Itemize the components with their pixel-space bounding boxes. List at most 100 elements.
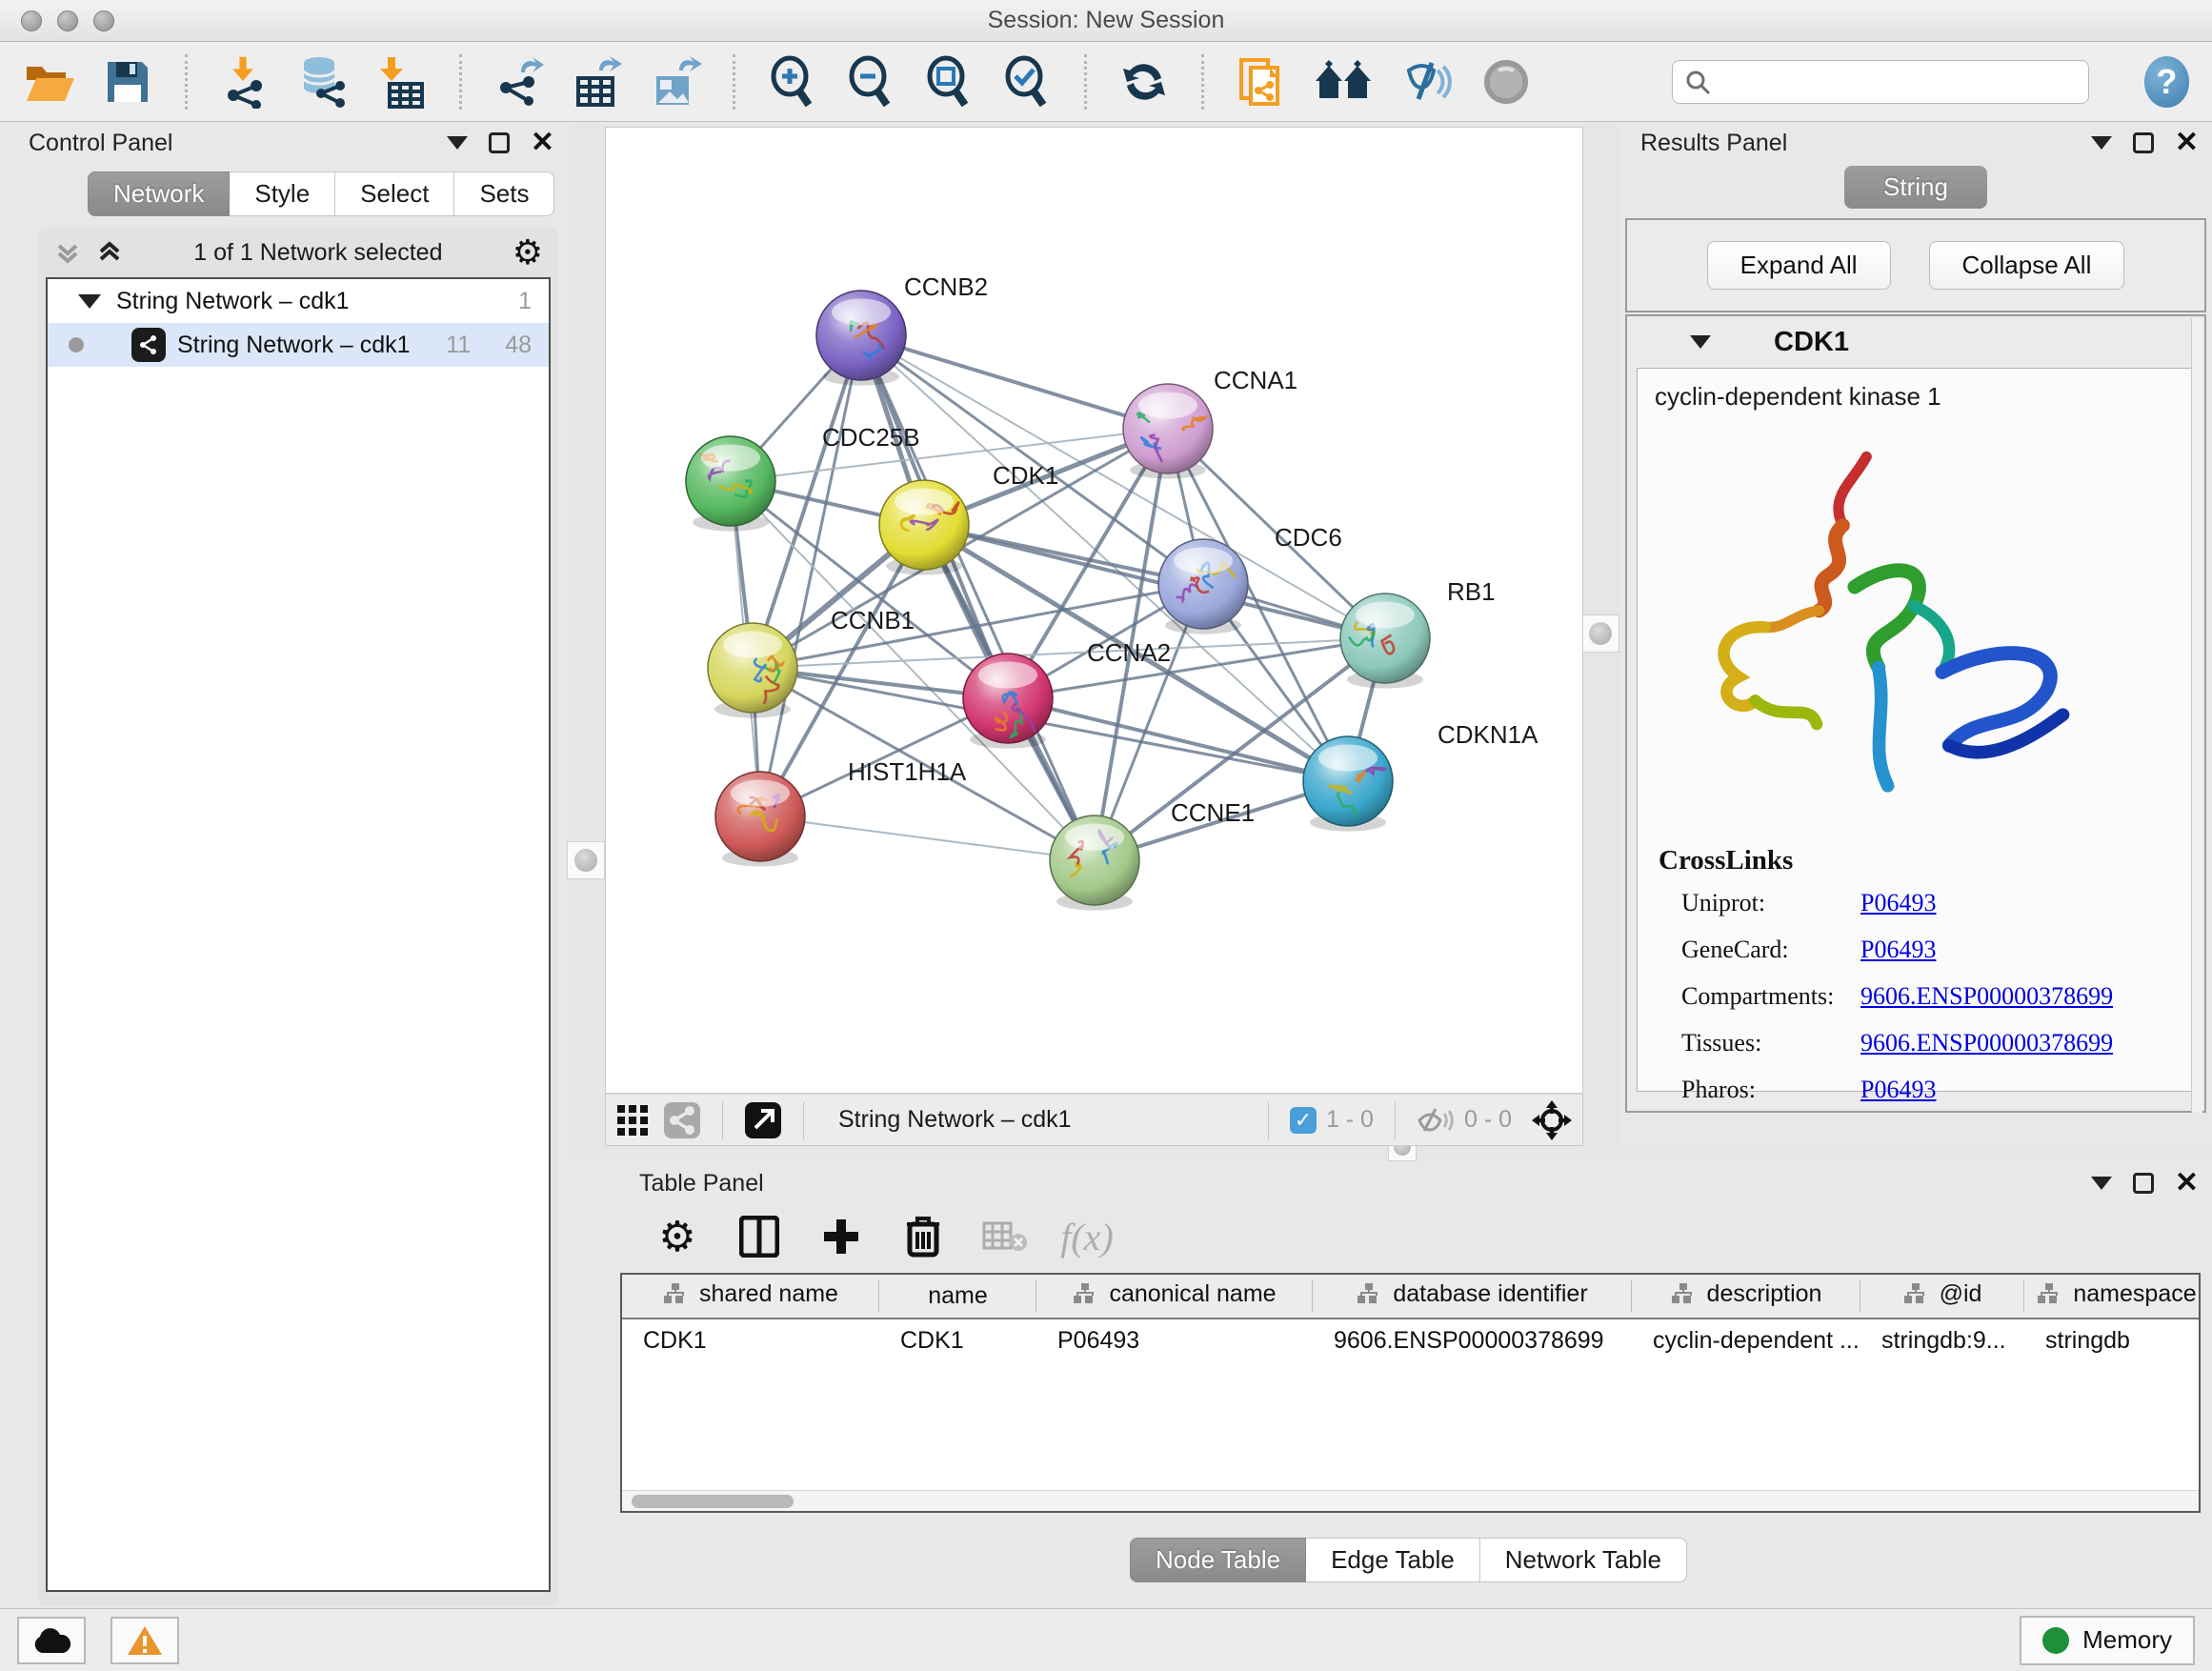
network-edge[interactable] [760, 335, 861, 816]
memory-button[interactable]: Memory [2020, 1616, 2195, 1665]
column-header[interactable]: canonical name [1036, 1275, 1313, 1319]
cell-canonical-name[interactable]: P06493 [1036, 1319, 1313, 1362]
network-node-ccnb2[interactable]: CCNB2 [816, 272, 988, 386]
float-panel-icon[interactable] [489, 132, 510, 153]
string-glass-button[interactable] [1399, 53, 1455, 111]
column-header[interactable]: name [879, 1275, 1036, 1319]
hidden-eye-icon[interactable] [1417, 1106, 1455, 1135]
warnings-button[interactable] [111, 1617, 179, 1664]
string-structures-button[interactable] [1479, 53, 1533, 111]
crosslink-link[interactable]: P06493 [1860, 889, 1936, 917]
selected-checkbox-icon[interactable]: ✓ [1290, 1107, 1317, 1134]
cell-name[interactable]: CDK1 [879, 1319, 1036, 1362]
network-graph[interactable]: CCNB2CCNA1CDC25BCDK1CDC6RB1CCNB1CCNA2CDK… [606, 128, 1582, 1093]
collapse-section-icon[interactable] [1690, 335, 1711, 349]
cloud-status-button[interactable] [17, 1617, 86, 1664]
float-panel-icon[interactable] [2133, 132, 2154, 153]
export-network-button[interactable] [493, 53, 546, 111]
crosslink-link[interactable]: 9606.ENSP00000378699 [1860, 982, 2113, 1011]
left-splitter[interactable] [569, 124, 605, 1160]
crosslink-link[interactable]: P06493 [1860, 1076, 1936, 1104]
close-panel-icon[interactable]: ✕ [2175, 1169, 2199, 1198]
cell-id[interactable]: stringdb:9... [1860, 1319, 2024, 1362]
import-table-file-button[interactable] [374, 53, 428, 111]
network-node-ccna1[interactable]: CCNA1 [1123, 366, 1297, 479]
string-home-button[interactable] [1314, 53, 1375, 111]
network-row[interactable]: String Network – cdk1 11 48 [48, 323, 549, 367]
export-image-button[interactable] [649, 53, 702, 111]
network-options-gear-icon[interactable]: ⚙ [513, 235, 543, 270]
collapse-all-button[interactable]: Collapse All [1929, 241, 2125, 290]
panel-menu-icon[interactable] [2091, 1177, 2112, 1190]
column-header[interactable]: namespace [2024, 1275, 2201, 1319]
zoom-in-button[interactable] [766, 53, 819, 111]
network-collection-row[interactable]: String Network – cdk1 1 [48, 279, 549, 323]
delete-table-button[interactable] [982, 1214, 1028, 1259]
expand-all-button[interactable]: Expand All [1707, 241, 1891, 290]
create-column-button[interactable] [818, 1214, 864, 1259]
crosslink-link[interactable]: P06493 [1860, 936, 1936, 964]
function-builder-button[interactable]: f(x) [1064, 1214, 1110, 1259]
cell-database-identifier[interactable]: 9606.ENSP00000378699 [1313, 1319, 1632, 1362]
import-network-database-button[interactable] [296, 53, 350, 111]
save-session-button[interactable] [101, 53, 154, 111]
network-node-cdkn1a[interactable]: CDKN1A [1303, 720, 1538, 832]
zoom-selected-button[interactable] [1000, 53, 1054, 111]
network-badge-icon[interactable] [663, 1101, 701, 1139]
panel-menu-icon[interactable] [2091, 136, 2112, 150]
toolbar-search[interactable] [1672, 60, 2089, 104]
show-columns-button[interactable] [736, 1214, 782, 1259]
cell-description[interactable]: cyclin-dependent ... [1632, 1319, 1860, 1362]
tab-style[interactable]: Style [230, 171, 335, 216]
crosslink-link[interactable]: 9606.ENSP00000378699 [1860, 1029, 2113, 1057]
export-table-button[interactable] [571, 53, 624, 111]
float-panel-icon[interactable] [2133, 1173, 2154, 1194]
table-row[interactable]: CDK1 CDK1 P06493 9606.ENSP00000378699 cy… [622, 1319, 2201, 1362]
tab-network-table[interactable]: Network Table [1480, 1538, 1687, 1582]
zoom-fit-button[interactable] [922, 53, 975, 111]
cell-namespace[interactable]: stringdb [2024, 1319, 2201, 1362]
import-network-file-button[interactable] [218, 53, 271, 111]
open-session-button[interactable] [23, 53, 76, 111]
close-panel-icon[interactable]: ✕ [2175, 129, 2199, 157]
window-controls[interactable] [21, 10, 114, 31]
table-horizontal-scrollbar[interactable] [622, 1490, 2199, 1511]
tab-network[interactable]: Network [88, 171, 230, 216]
grid-mode-icon[interactable] [615, 1103, 650, 1137]
node-table[interactable]: shared name name canonical name database… [620, 1273, 2201, 1513]
column-header[interactable]: database identifier [1313, 1275, 1632, 1319]
tab-string[interactable]: String [1844, 166, 1987, 209]
panel-menu-icon[interactable] [447, 136, 468, 150]
tab-node-table[interactable]: Node Table [1130, 1538, 1306, 1582]
tab-select[interactable]: Select [335, 171, 454, 216]
fit-content-icon[interactable] [1531, 1099, 1573, 1141]
cell-shared-name[interactable]: CDK1 [622, 1319, 879, 1362]
column-header[interactable]: @id [1860, 1275, 2024, 1319]
minimize-window-icon[interactable] [57, 10, 78, 31]
close-panel-icon[interactable]: ✕ [531, 129, 554, 157]
scroll-thumb[interactable] [632, 1495, 794, 1508]
network-edge[interactable] [760, 816, 1095, 860]
detach-view-icon[interactable] [744, 1101, 782, 1139]
column-header[interactable]: description [1632, 1275, 1860, 1319]
right-splitter-handle[interactable] [1581, 614, 1619, 653]
table-options-button[interactable]: ⚙ [654, 1214, 700, 1259]
expand-all-networks-icon[interactable] [53, 238, 82, 267]
delete-column-button[interactable] [900, 1214, 946, 1259]
tab-edge-table[interactable]: Edge Table [1306, 1538, 1480, 1582]
string-import-button[interactable] [1235, 53, 1288, 111]
search-input[interactable] [1719, 69, 2077, 95]
tab-sets[interactable]: Sets [454, 171, 554, 216]
network-node-hist1h1a[interactable]: HIST1H1A [715, 757, 967, 867]
close-window-icon[interactable] [21, 10, 42, 31]
right-splitter[interactable] [1583, 124, 1619, 1160]
maximize-window-icon[interactable] [93, 10, 114, 31]
network-canvas[interactable]: CCNB2CCNA1CDC25BCDK1CDC6RB1CCNB1CCNA2CDK… [605, 127, 1583, 1094]
help-button[interactable]: ? [2144, 56, 2189, 108]
results-scrollbar[interactable] [2191, 318, 2202, 1113]
network-node-rb1[interactable]: RB1 [1340, 577, 1496, 689]
network-edge[interactable] [861, 335, 1168, 429]
zoom-out-button[interactable] [844, 53, 897, 111]
apply-layout-button[interactable] [1117, 53, 1171, 111]
left-splitter-handle[interactable] [567, 841, 605, 879]
